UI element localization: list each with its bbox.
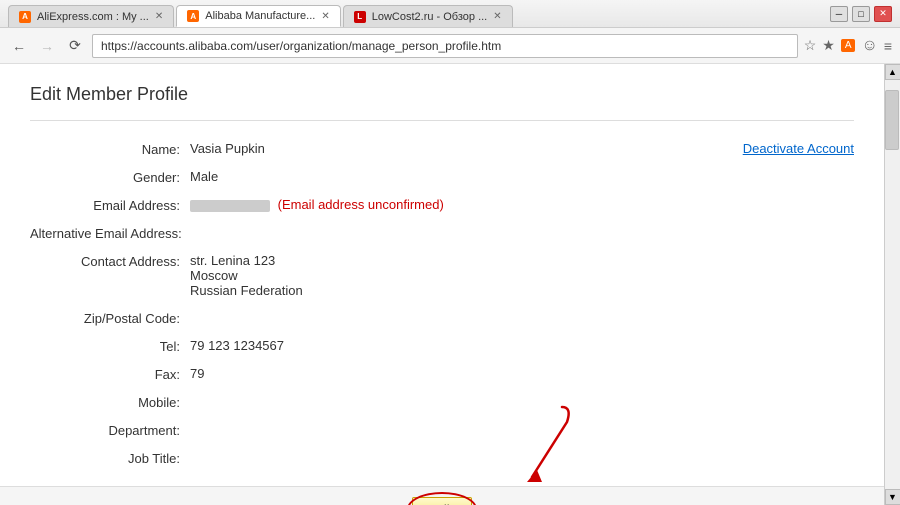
edit-button[interactable]: Edit [412, 497, 472, 505]
job-title-row: Job Title: [30, 450, 854, 466]
url-input[interactable] [92, 34, 798, 58]
scroll-track[interactable] [885, 80, 900, 489]
deactivate-account-link[interactable]: Deactivate Account [743, 141, 854, 156]
scroll-up-button[interactable]: ▲ [885, 64, 900, 80]
tel-label: Tel: [30, 338, 190, 354]
form-footer: Edit [0, 486, 884, 505]
lowcost-favicon: L [354, 11, 366, 23]
gender-label: Gender: [30, 169, 190, 185]
contact-address-row: Contact Address: str. Lenina 123MoscowRu… [30, 253, 854, 298]
tab-aliexpress[interactable]: A AliExpress.com : My ... ✕ [8, 5, 174, 27]
contact-address-label: Contact Address: [30, 253, 190, 269]
job-title-label: Job Title: [30, 450, 190, 466]
bookmark-icon[interactable]: ☆ [804, 37, 817, 54]
window-controls: ─ □ ✕ [830, 6, 892, 22]
fax-row: Fax: 79 [30, 366, 854, 382]
email-masked [190, 200, 270, 212]
page-main: Edit Member Profile Name: Vasia Pupkin D… [0, 64, 884, 505]
department-row: Department: [30, 422, 854, 438]
email-row: Email Address: (Email address unconfirme… [30, 197, 854, 213]
mobile-label: Mobile: [30, 394, 190, 410]
arrow-annotation [472, 402, 582, 492]
bookmark-star-icon[interactable]: ★ [822, 37, 835, 54]
menu-icon[interactable]: ≡ [884, 38, 892, 54]
name-value: Vasia Pupkin [190, 141, 743, 156]
tab-alibaba-label: Alibaba Manufacture... [205, 10, 315, 22]
tab-lowcost-close[interactable]: ✕ [493, 11, 501, 22]
zip-label: Zip/Postal Code: [30, 310, 190, 326]
browser-content: Edit Member Profile Name: Vasia Pupkin D… [0, 64, 900, 505]
user-icon[interactable]: ☺ [861, 37, 877, 55]
titlebar: A AliExpress.com : My ... ✕ A Alibaba Ma… [0, 0, 900, 28]
email-label: Email Address: [30, 197, 190, 213]
minimize-button[interactable]: ─ [830, 6, 848, 22]
tab-aliexpress-close[interactable]: ✕ [155, 11, 163, 22]
alibaba-favicon: A [187, 10, 199, 22]
aliexpress-toolbar-icon[interactable]: A [841, 39, 856, 52]
aliexpress-favicon: A [19, 11, 31, 23]
forward-button[interactable]: → [36, 35, 58, 57]
zip-row: Zip/Postal Code: [30, 310, 854, 326]
tel-row: Tel: 79 123 1234567 [30, 338, 854, 354]
reload-button[interactable]: ⟳ [64, 35, 86, 57]
alt-email-label: Alternative Email Address: [30, 225, 192, 241]
scrollbar[interactable]: ▲ ▼ [884, 64, 900, 505]
scroll-thumb[interactable] [885, 90, 899, 150]
close-button[interactable]: ✕ [874, 6, 892, 22]
alt-email-row: Alternative Email Address: [30, 225, 854, 241]
email-value: (Email address unconfirmed) [190, 197, 854, 212]
profile-form: Name: Vasia Pupkin Deactivate Account Ge… [30, 141, 854, 505]
contact-address-value: str. Lenina 123MoscowRussian Federation [190, 253, 854, 298]
tab-lowcost-label: LowCost2.ru - Обзор ... [372, 11, 488, 23]
tel-value: 79 123 1234567 [190, 338, 854, 353]
fax-label: Fax: [30, 366, 190, 382]
fax-value: 79 [190, 366, 854, 381]
tab-bar: A AliExpress.com : My ... ✕ A Alibaba Ma… [8, 0, 513, 27]
address-icons: ☆ ★ A ☺ ≡ [804, 37, 892, 55]
department-label: Department: [30, 422, 190, 438]
tab-aliexpress-label: AliExpress.com : My ... [37, 11, 149, 23]
email-unconfirmed-text: (Email address unconfirmed) [278, 197, 444, 212]
tab-alibaba[interactable]: A Alibaba Manufacture... ✕ [176, 5, 340, 27]
gender-row: Gender: Male [30, 169, 854, 185]
back-button[interactable]: ← [8, 35, 30, 57]
name-row: Name: Vasia Pupkin Deactivate Account [30, 141, 854, 157]
name-label: Name: [30, 141, 190, 157]
page-title: Edit Member Profile [30, 84, 854, 105]
mobile-row: Mobile: [30, 394, 854, 410]
tab-lowcost[interactable]: L LowCost2.ru - Обзор ... ✕ [343, 5, 513, 27]
gender-value: Male [190, 169, 854, 184]
scroll-down-button[interactable]: ▼ [885, 489, 900, 505]
title-divider [30, 120, 854, 121]
tab-alibaba-close[interactable]: ✕ [321, 11, 329, 22]
maximize-button[interactable]: □ [852, 6, 870, 22]
address-bar: ← → ⟳ ☆ ★ A ☺ ≡ [0, 28, 900, 64]
